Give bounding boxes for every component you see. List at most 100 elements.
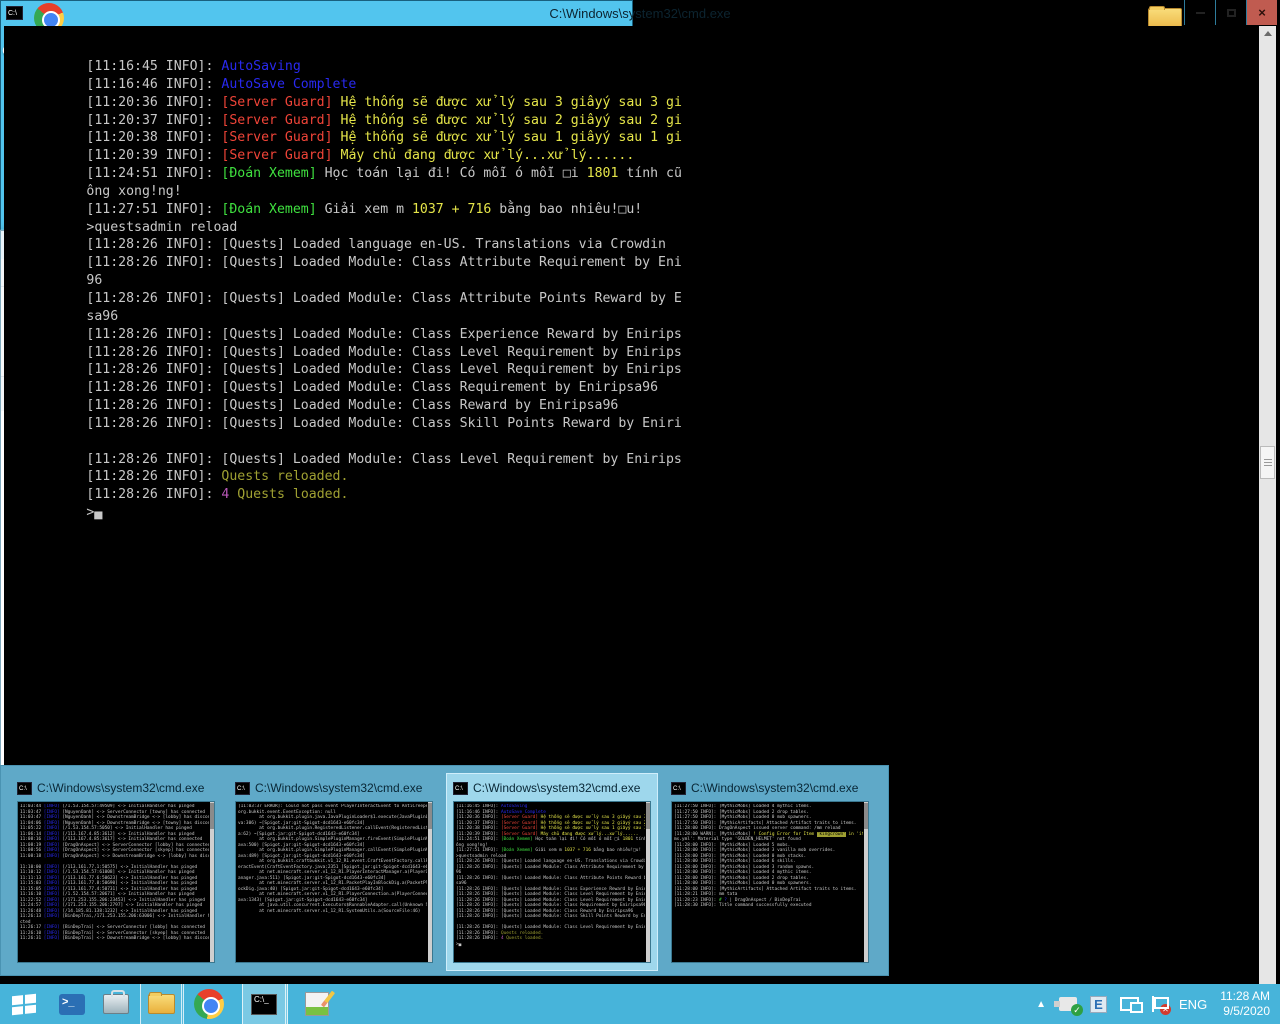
console-text-segment: Hệ thống sẽ được xử lý sau 2 giâyý sau 2… bbox=[541, 821, 645, 826]
taskbar-preview-strip: C:\ C:\Windows\system32\cmd.exe 11:03:44 … bbox=[0, 765, 889, 976]
taskbar-clock[interactable]: 11:28 AM 9/5/2020 bbox=[1220, 989, 1270, 1019]
console-text-segment: [11:27:50 INFO]: [MythicMobs] Loaded 2 d… bbox=[674, 810, 809, 815]
console-text-segment: [11:16:46 INFO]: bbox=[456, 810, 501, 815]
console-text-segment: [NguyenOanh] <-> DownstreamBridge <-> [t… bbox=[60, 821, 209, 826]
console-text-segment: [11:27:50 INFO]: [MythicArtifacts] Attac… bbox=[674, 821, 856, 826]
console-text-segment: Máy chủ đang được xử lý...xử lý...... bbox=[341, 148, 635, 163]
console-text-segment: [11:20:37 INFO]: bbox=[86, 113, 221, 128]
console-text-segment: [/113.161.77.8:50690] <-> InitialHandler… bbox=[60, 881, 197, 886]
cmd-preview-thumbnail-active[interactable]: C:\C:\Windows\system32\cmd.exe [11:16:45… bbox=[447, 774, 657, 970]
console-text-segment: 11:03:47 bbox=[20, 810, 44, 815]
cmd-icon: C:\ bbox=[17, 782, 32, 795]
cmd-titlebar[interactable]: C:\Windows\system32\cmd.exe C:\ bbox=[0, 0, 1280, 26]
close-button[interactable]: × bbox=[1246, 0, 1277, 25]
console-text-segment: [11:28:26 INFO]: [Quests] Loaded languag… bbox=[86, 237, 666, 252]
console-text-segment bbox=[333, 95, 341, 110]
console-text-segment: Máy chủ đang được xử lý...xử lý...... bbox=[541, 832, 639, 837]
console-text-segment: [11:16:46 INFO]: bbox=[86, 77, 221, 92]
cmd-preview-thumbnail[interactable]: C:\C:\Windows\system32\cmd.exe [11:03:37… bbox=[229, 774, 439, 970]
console-text-segment: [11:16:45 INFO]: bbox=[456, 804, 501, 809]
thumbnail-title: C:\Windows\system32\cmd.exe bbox=[691, 781, 858, 795]
cmd-preview-thumbnail[interactable]: C:\ C:\Windows\system32\cmd.exe 11:03:44 … bbox=[11, 774, 221, 970]
console-text-segment: [INFO] bbox=[44, 925, 60, 930]
console-line: >▄ bbox=[456, 942, 645, 948]
console-text-segment: tính cũ bbox=[633, 837, 645, 842]
language-indicator[interactable]: ENG bbox=[1179, 997, 1207, 1012]
thumbnail-screenshot[interactable]: [11:16:45 INFO]: AutoSaving[11:16:46 INF… bbox=[453, 801, 651, 963]
console-text-segment: [Server Guard] bbox=[501, 821, 538, 826]
scrollbar-thumb[interactable] bbox=[1260, 446, 1275, 479]
console-text-segment: 11:15:03 bbox=[20, 881, 44, 886]
taskbar-cmd[interactable]: C:\_ bbox=[242, 984, 288, 1024]
console-text-segment: [11:20:37 INFO]: bbox=[456, 821, 501, 826]
minimize-button[interactable] bbox=[1184, 0, 1215, 25]
console-text-segment: Học toán lại đi! Có mỗi ó mỗi □i bbox=[317, 166, 587, 181]
console-text-segment: ockDig.java:40) [Spigot.jar:git-Spigot-d… bbox=[238, 887, 383, 892]
taskbar-file-explorer[interactable] bbox=[140, 984, 184, 1024]
thumbnail-screenshot[interactable]: 11:03:44 [INFO] [/1.53.154.57:49509] <->… bbox=[17, 801, 215, 963]
console-text-segment: [Server Guard] bbox=[221, 113, 332, 128]
console-text-segment: [INFO] bbox=[44, 914, 60, 919]
console-text-segment: [/1.53.154.57:49509] <-> InitialHandler … bbox=[60, 804, 195, 809]
console-text-segment: ava:1343) [Spigot.jar:git-Spigot-dcd1643… bbox=[238, 898, 368, 903]
action-center-flag-icon[interactable]: ✕ bbox=[1152, 996, 1166, 1012]
console-text-segment: Hệ thống sẽ được xử lý sau 1 giâyý sau 1… bbox=[341, 130, 682, 145]
console-text-segment: [Server Guard] bbox=[221, 148, 332, 163]
console-text-segment: [INFO] bbox=[44, 815, 60, 820]
network-icon[interactable] bbox=[1120, 997, 1139, 1011]
console-text-segment: 11:05:22 bbox=[20, 826, 44, 831]
vertical-scrollbar[interactable] bbox=[1259, 26, 1276, 1004]
console-text-segment: [11:28:00 INFO]: [MythicArtifacts] Attac… bbox=[674, 887, 856, 892]
console-text-segment: [11:28:00 INFO]: [MythicMobs] Loaded 2 d… bbox=[674, 876, 809, 881]
thumbnail-screenshot[interactable]: [11:27:50 INFO]: [MythicMobs] Loaded 4 m… bbox=[671, 801, 869, 963]
console-text-segment: [11:28:00 WARN]: [MythicMobs] bbox=[674, 832, 753, 837]
console-line: [11:16:45 INFO]: AutoSaving bbox=[7, 29, 1259, 47]
console-text-segment: at net.minecraft.server.v1_12_R1.SystemU… bbox=[238, 909, 420, 914]
maximize-button[interactable] bbox=[1215, 0, 1246, 25]
console-text-segment: 96 bbox=[456, 870, 461, 875]
hidden-icons-chevron[interactable]: ▲ bbox=[1036, 999, 1046, 1010]
thumbnail-screenshot[interactable]: [11:03:37 ERROR]: Could not pass event P… bbox=[235, 801, 433, 963]
console-text-segment: 11:15:05 bbox=[20, 887, 44, 892]
console-text-segment: at org.bukkit.plugin.SimplePluginManager… bbox=[238, 848, 427, 853]
console-line: at net.minecraft.server.v1_12_R1.SystemU… bbox=[238, 909, 427, 915]
console-text-segment: at org.bukkit.craftbukkit.v1_12_R1.event… bbox=[238, 859, 427, 864]
console-text-segment: Quests reloaded. bbox=[221, 469, 348, 484]
taskbar-notepad-plus[interactable] bbox=[296, 984, 338, 1024]
console-text-segment: [/171.253.155.206:2797] <-> InitialHandl… bbox=[60, 903, 203, 908]
console-text-segment: AutoSave Complete bbox=[501, 810, 546, 815]
cmd-preview-thumbnail[interactable]: C:\C:\Windows\system32\cmd.exe [11:27:50… bbox=[665, 774, 875, 970]
console-text-segment: [11:28:26 INFO]: bbox=[456, 936, 501, 941]
console-text-segment: [11:28:26 INFO]: bbox=[86, 487, 221, 502]
console-text-segment: eractEvent(CraftEventFactory.java:2351 [… bbox=[238, 865, 427, 870]
console-text-segment: 11:10:12 bbox=[20, 870, 44, 875]
start-button[interactable] bbox=[0, 984, 48, 1024]
console-text-segment: [INFO] bbox=[44, 854, 60, 859]
console-text-segment: [11:28:26 INFO]: [Quests] Loaded Module:… bbox=[456, 887, 645, 892]
console-text-segment: [INFO] bbox=[44, 843, 60, 848]
console-text-segment: Hệ thống sẽ được xử lý sau 2 giâyý sau 2… bbox=[341, 113, 682, 128]
console-text-segment: a:62) ~[Spigot.jar:git-Spigot-dcd1643-e6… bbox=[238, 832, 360, 837]
e-tray-icon[interactable]: E bbox=[1090, 996, 1107, 1013]
cmd-window-title: C:\Windows\system32\cmd.exe bbox=[0, 6, 1280, 21]
console-text-segment: [Server Guard] bbox=[501, 826, 538, 831]
console-text-segment: at net.minecraft.server.v1_12_R1.PlayerI… bbox=[238, 870, 427, 875]
usb-eject-icon[interactable] bbox=[1059, 997, 1077, 1011]
console-text-segment: [/14.185.81.138:1232] <-> InitialHandler… bbox=[60, 909, 197, 914]
console-text-segment: [DragOnAspect] <-> DownstreamBridge <-> … bbox=[60, 854, 209, 859]
console-text-segment: [/1.53.154.57:5050] <-> InitialHandler h… bbox=[60, 826, 192, 831]
taskbar-chrome[interactable] bbox=[188, 984, 230, 1024]
console-text-segment: [INFO] bbox=[44, 832, 60, 837]
console-text-segment: [INFO] bbox=[44, 837, 60, 842]
console-text-segment: [INFO] bbox=[44, 936, 60, 941]
taskbar-server-manager[interactable] bbox=[96, 984, 136, 1024]
console-text-segment: at org.bukkit.plugin.RegisteredListener.… bbox=[238, 826, 427, 831]
console-line: 11:08:18 [INFO] [DragOnAspect] <-> Downs… bbox=[20, 854, 209, 860]
console-text-segment: [11:28:00 INFO]: [MythicMobs] Loaded 6 s… bbox=[674, 859, 796, 864]
console-text-segment: [/171.253.155.206:23453] <-> InitialHand… bbox=[60, 898, 205, 903]
cmd-window: C:\Windows\system32\cmd.exe C:\ × [11:16… bbox=[0, 0, 633, 522]
thumbnail-title: C:\Windows\system32\cmd.exe bbox=[37, 781, 204, 795]
console-text-segment: org.bukkit.event.EventException: null bbox=[238, 810, 336, 815]
scroll-up-button[interactable] bbox=[1259, 26, 1276, 41]
taskbar-powershell[interactable]: >_ bbox=[52, 984, 92, 1024]
